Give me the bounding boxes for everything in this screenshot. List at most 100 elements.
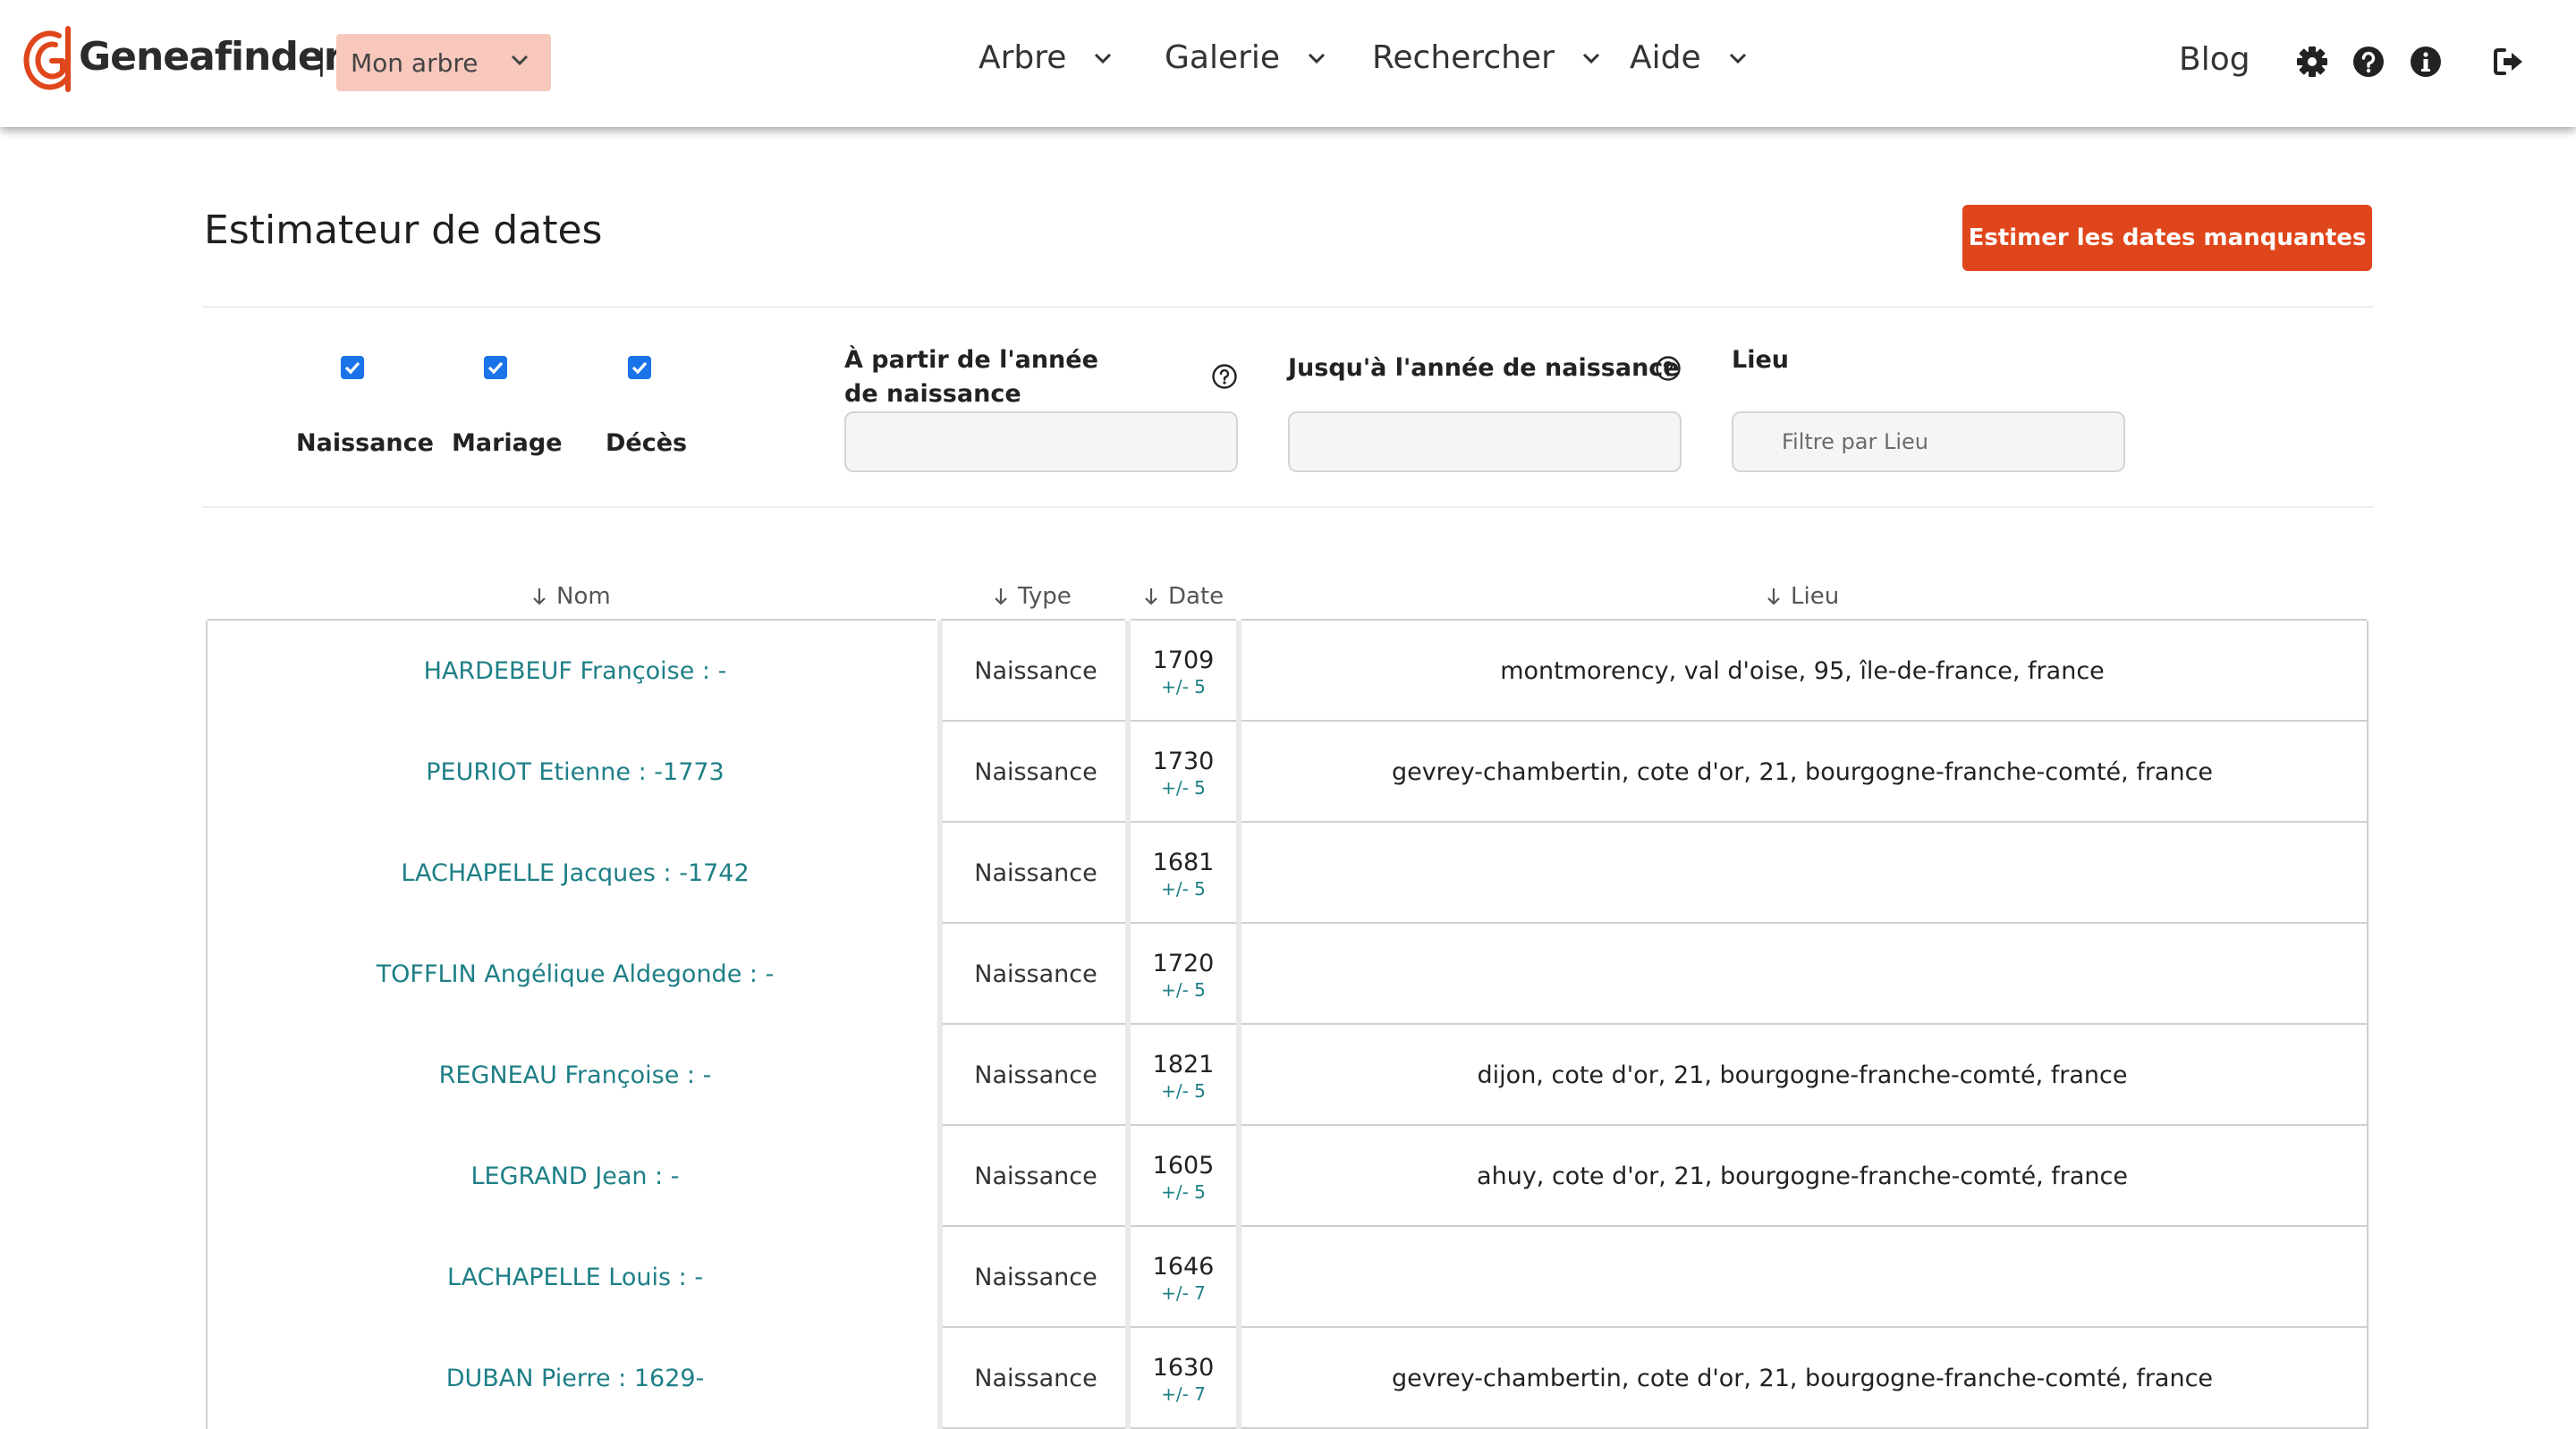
place-text: gevrey-chambertin, cote d'or, 21, bourgo… (1391, 1365, 2214, 1392)
person-link[interactable]: LEGRAND Jean : - (471, 1163, 680, 1190)
person-link[interactable]: REGNEAU Françoise : - (439, 1061, 712, 1089)
question-icon[interactable] (1211, 363, 1238, 390)
table-row[interactable]: HARDEBEUF Françoise : - Naissance 1709 +/… (206, 621, 2368, 722)
table-row[interactable]: LEGRAND Jean : - Naissance 1605 +/- 5 ahu… (206, 1126, 2368, 1227)
gear-icon[interactable] (2295, 45, 2329, 79)
person-link[interactable]: LACHAPELLE Louis : - (447, 1264, 703, 1291)
table-row[interactable]: DUBAN Pierre : 1629- Naissance 1630 +/- 7… (206, 1328, 2368, 1429)
person-link[interactable]: LACHAPELLE Jacques : -1742 (401, 859, 749, 887)
checkbox-deces[interactable] (628, 356, 651, 379)
cell-place: gevrey-chambertin, cote d'or, 21, bourgo… (1238, 1328, 2367, 1429)
checkbox-naissance[interactable] (341, 356, 364, 379)
cell-date: 1605 +/- 5 (1129, 1126, 1238, 1227)
event-type: Naissance (974, 657, 1097, 685)
column-header-lieu[interactable]: Lieu (1766, 583, 1839, 610)
person-link[interactable]: DUBAN Pierre : 1629- (446, 1365, 705, 1392)
place-filter-input[interactable] (1732, 411, 2125, 472)
cell-date: 1681 +/- 5 (1129, 823, 1238, 924)
table-row[interactable]: PEURIOT Etienne : -1773 Naissance 1730 +/… (206, 722, 2368, 823)
check-icon (344, 361, 360, 375)
estimated-year: 1730 (1152, 747, 1215, 775)
cell-place (1238, 823, 2367, 924)
event-type: Naissance (974, 758, 1097, 786)
cell-name: HARDEBEUF Françoise : - (208, 621, 943, 722)
estimate-missing-dates-button[interactable]: Estimer les dates manquantes (1962, 205, 2372, 271)
checkbox-mariage[interactable] (484, 356, 507, 379)
nav-arbre[interactable]: Arbre (979, 39, 1113, 76)
cell-type: Naissance (943, 1126, 1129, 1227)
from-year-input[interactable] (844, 411, 1238, 472)
sort-arrow-icon (1145, 588, 1157, 605)
cell-type: Naissance (943, 823, 1129, 924)
column-header-nom[interactable]: Nom (531, 583, 611, 610)
place-text: gevrey-chambertin, cote d'or, 21, bourgo… (1391, 758, 2214, 786)
chevron-down-icon (1095, 53, 1112, 63)
table-row[interactable]: TOFFLIN Angélique Aldegonde : - Naissanc… (206, 924, 2368, 1025)
table-row[interactable]: LACHAPELLE Jacques : -1742 Naissance 168… (206, 823, 2368, 924)
cell-type: Naissance (943, 1025, 1129, 1126)
estimate-margin: +/- 5 (1161, 776, 1206, 799)
cell-type: Naissance (943, 924, 1129, 1025)
cell-type: Naissance (943, 722, 1129, 823)
table-row[interactable]: REGNEAU Françoise : - Naissance 1821 +/- … (206, 1025, 2368, 1126)
logo-text[interactable]: Geneafinder (79, 34, 343, 80)
cell-date: 1821 +/- 5 (1129, 1025, 1238, 1126)
to-year-input[interactable] (1288, 411, 1682, 472)
person-link[interactable]: PEURIOT Etienne : -1773 (426, 758, 724, 786)
nav-blog[interactable]: Blog (2179, 41, 2250, 78)
nav-label: Galerie (1165, 39, 1281, 76)
nav-galerie[interactable]: Galerie (1165, 39, 1326, 76)
cell-place (1238, 924, 2367, 1025)
cell-date: 1646 +/- 7 (1129, 1227, 1238, 1328)
cell-date: 1720 +/- 5 (1129, 924, 1238, 1025)
column-header-label: Type (1018, 583, 1072, 610)
cell-place: dijon, cote d'or, 21, bourgogne-franche-… (1238, 1025, 2367, 1126)
cell-place: ahuy, cote d'or, 21, bourgogne-franche-c… (1238, 1126, 2367, 1227)
cell-type: Naissance (943, 621, 1129, 722)
cell-name: LEGRAND Jean : - (208, 1126, 943, 1227)
estimated-year: 1720 (1152, 949, 1215, 977)
cell-place (1238, 1227, 2367, 1328)
event-type: Naissance (974, 859, 1097, 887)
estimate-margin: +/- 5 (1161, 978, 1206, 1001)
cell-place: montmorency, val d'oise, 95, île-de-fran… (1238, 621, 2367, 722)
nav-rechercher[interactable]: Rechercher (1372, 39, 1601, 76)
nav-aide[interactable]: Aide (1630, 39, 1748, 76)
event-type: Naissance (974, 960, 1097, 988)
sort-arrow-icon (1767, 588, 1780, 605)
chevron-down-icon (1582, 53, 1599, 63)
chevron-down-icon (511, 55, 529, 66)
tree-select[interactable]: Mon arbre (336, 34, 551, 91)
table-row[interactable]: LACHAPELLE Louis : - Naissance 1646 +/- 7 (206, 1227, 2368, 1328)
estimate-margin: +/- 7 (1161, 1281, 1206, 1304)
logo[interactable] (23, 23, 75, 95)
info-icon[interactable] (2409, 45, 2443, 79)
header-separator: | (317, 43, 326, 77)
estimate-margin: +/- 5 (1161, 1079, 1206, 1102)
cell-place: gevrey-chambertin, cote d'or, 21, bourgo… (1238, 722, 2367, 823)
person-link[interactable]: HARDEBEUF Françoise : - (424, 657, 727, 685)
cell-type: Naissance (943, 1328, 1129, 1429)
page-title: Estimateur de dates (204, 207, 603, 253)
cell-name: LACHAPELLE Jacques : -1742 (208, 823, 943, 924)
question-icon[interactable] (1655, 355, 1682, 382)
person-link[interactable]: TOFFLIN Angélique Aldegonde : - (377, 960, 775, 988)
column-header-type[interactable]: Type (993, 583, 1072, 610)
cell-name: REGNEAU Françoise : - (208, 1025, 943, 1126)
column-header-date[interactable]: Date (1143, 583, 1224, 610)
logo-icon (23, 26, 71, 92)
estimated-year: 1681 (1152, 848, 1215, 876)
logout-icon[interactable] (2492, 45, 2526, 79)
place-text: dijon, cote d'or, 21, bourgogne-franche-… (1477, 1061, 2128, 1089)
cell-type: Naissance (943, 1227, 1129, 1328)
estimate-margin: +/- 5 (1161, 877, 1206, 900)
cell-name: TOFFLIN Angélique Aldegonde : - (208, 924, 943, 1025)
chevron-down-icon (1309, 53, 1326, 63)
column-header-label: Date (1168, 583, 1224, 610)
help-icon[interactable] (2351, 45, 2385, 79)
cell-date: 1630 +/- 7 (1129, 1328, 1238, 1429)
place-label: Lieu (1732, 346, 1789, 374)
from-year-label: À partir de l'année de naissance (844, 346, 1098, 408)
estimate-margin: +/- 5 (1161, 675, 1206, 698)
place-text: montmorency, val d'oise, 95, île-de-fran… (1500, 657, 2105, 685)
